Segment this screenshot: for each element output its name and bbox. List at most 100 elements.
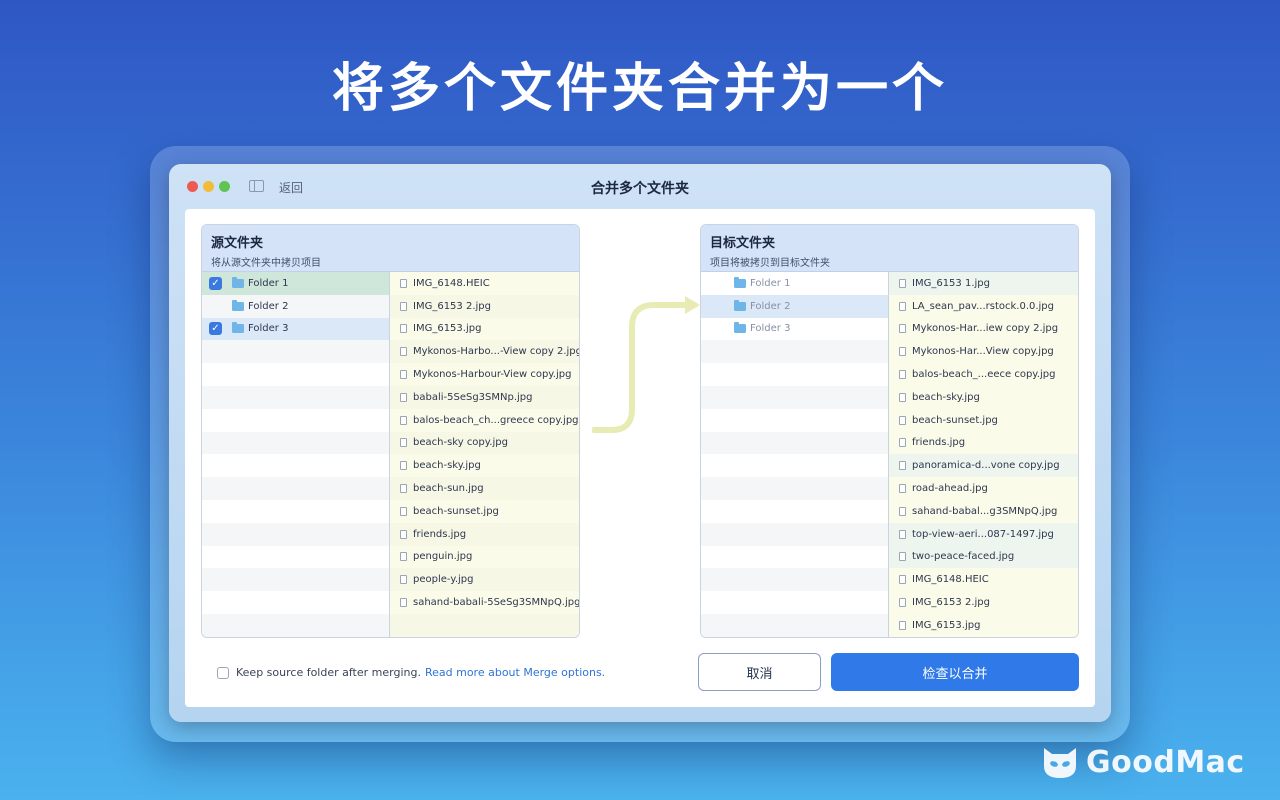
source-file-row[interactable]: balos-beach_ch...greece copy.jpg — [390, 408, 579, 432]
file-icon — [899, 438, 906, 448]
empty-row — [701, 545, 888, 569]
source-file-row[interactable]: friends.jpg — [390, 522, 579, 546]
keep-source-label: Keep source folder after merging. — [236, 666, 421, 679]
target-file-row[interactable]: balos-beach_...eece copy.jpg — [889, 363, 1078, 386]
target-panel-header: 目标文件夹 项目将被拷贝到目标文件夹 — [701, 225, 1078, 272]
target-panel-subtitle: 项目将被拷贝到目标文件夹 — [710, 258, 830, 269]
file-icon — [899, 301, 906, 311]
file-icon — [899, 575, 906, 585]
keep-source-option[interactable]: Keep source folder after merging. Read m… — [217, 666, 605, 679]
file-name: IMG_6153 1.jpg — [912, 277, 990, 289]
file-name: IMG_6153.jpg — [413, 323, 482, 335]
target-folder-row[interactable]: Folder 2 — [701, 294, 888, 318]
empty-row — [202, 613, 389, 637]
source-file-row[interactable]: beach-sky copy.jpg — [390, 431, 579, 455]
empty-row — [701, 568, 888, 592]
target-file-row[interactable]: IMG_6153 1.jpg — [889, 272, 1078, 295]
file-icon — [899, 370, 906, 380]
target-file-row[interactable]: two-peace-faced.jpg — [889, 545, 1078, 569]
source-file-row[interactable]: IMG_6148.HEIC — [390, 272, 579, 295]
content-area: 源文件夹 将从源文件夹中拷贝项目 ✓ Folder 1 Folder 2 ✓ Folde… — [185, 209, 1095, 707]
empty-row — [701, 340, 888, 364]
source-panel-title: 源文件夹 — [211, 236, 264, 251]
file-name: beach-sunset.jpg — [912, 414, 998, 426]
file-name: beach-sunset.jpg — [413, 505, 499, 517]
source-file-row[interactable]: Mykonos-Harbo...-View copy 2.jpg — [390, 340, 579, 364]
target-file-row[interactable]: panoramica-d...vone copy.jpg — [889, 454, 1078, 478]
target-file-row[interactable]: IMG_6153 2.jpg — [889, 591, 1078, 614]
target-file-row[interactable]: friends.jpg — [889, 431, 1078, 455]
source-file-row[interactable]: Mykonos-Harbour-View copy.jpg — [390, 363, 579, 386]
window-title: 合并多个文件夹 — [591, 181, 689, 197]
source-folder-row[interactable]: ✓ Folder 3 — [202, 317, 389, 341]
file-icon — [400, 301, 407, 311]
file-name: people-y.jpg — [413, 574, 474, 586]
folder-checkbox[interactable]: ✓ — [209, 276, 222, 290]
file-name: IMG_6148.HEIC — [413, 277, 490, 289]
folder-icon — [734, 322, 746, 334]
file-name: friends.jpg — [413, 528, 467, 540]
source-file-row[interactable]: babali-5SeSg3SMNp.jpg — [390, 385, 579, 409]
source-panel: 源文件夹 将从源文件夹中拷贝项目 ✓ Folder 1 Folder 2 ✓ Folde… — [201, 224, 580, 638]
target-file-row[interactable]: road-ahead.jpg — [889, 477, 1078, 500]
source-file-list: IMG_6148.HEIC IMG_6153 2.jpg IMG_6153.jpg M… — [389, 272, 579, 637]
empty-row — [202, 385, 389, 409]
target-file-row[interactable]: sahand-babal...g3SMNpQ.jpg — [889, 499, 1078, 523]
folder-name: Folder 3 — [248, 323, 289, 335]
source-file-row[interactable]: IMG_6153 2.jpg — [390, 294, 579, 318]
file-icon — [899, 278, 906, 288]
target-file-row[interactable]: IMG_6153.jpg — [889, 613, 1078, 637]
target-file-row[interactable]: beach-sunset.jpg — [889, 408, 1078, 432]
target-folder-row[interactable]: Folder 3 — [701, 317, 888, 341]
target-file-row[interactable]: Mykonos-Har...View copy.jpg — [889, 340, 1078, 364]
file-name: IMG_6153 2.jpg — [413, 300, 491, 312]
source-file-row[interactable]: IMG_6153.jpg — [390, 317, 579, 341]
title-bar: 返回 合并多个文件夹 — [169, 164, 1111, 210]
file-icon — [400, 484, 407, 494]
folder-checkbox[interactable] — [209, 300, 222, 313]
file-icon — [400, 278, 407, 288]
empty-row — [701, 522, 888, 546]
folder-name: Folder 2 — [248, 300, 289, 312]
target-file-row[interactable]: IMG_6148.HEIC — [889, 568, 1078, 592]
source-file-row[interactable]: sahand-babali-5SeSg3SMNpQ.jpg — [390, 591, 579, 614]
source-folder-row[interactable]: ✓ Folder 1 — [202, 272, 389, 295]
keep-source-checkbox[interactable] — [217, 666, 229, 679]
source-folder-row[interactable]: Folder 2 — [202, 294, 389, 318]
empty-row — [202, 545, 389, 569]
file-name: sahand-babal...g3SMNpQ.jpg — [912, 505, 1058, 517]
target-folder-row[interactable]: Folder 1 — [701, 272, 888, 295]
target-file-row[interactable]: Mykonos-Har...iew copy 2.jpg — [889, 317, 1078, 341]
file-name: babali-5SeSg3SMNp.jpg — [413, 391, 533, 403]
empty-row — [202, 568, 389, 592]
empty-row — [701, 613, 888, 637]
file-name: penguin.jpg — [413, 551, 473, 563]
folder-checkbox[interactable]: ✓ — [209, 322, 222, 336]
source-file-row[interactable]: beach-sky.jpg — [390, 454, 579, 478]
empty-row — [701, 385, 888, 409]
file-icon — [400, 598, 407, 608]
file-icon — [400, 529, 407, 539]
target-file-row[interactable]: beach-sky.jpg — [889, 385, 1078, 409]
file-name: Mykonos-Harbo...-View copy 2.jpg — [413, 346, 579, 358]
source-file-row[interactable]: beach-sunset.jpg — [390, 499, 579, 523]
file-icon — [400, 506, 407, 516]
file-name: balos-beach_...eece copy.jpg — [912, 369, 1056, 381]
file-name: road-ahead.jpg — [912, 483, 988, 495]
source-file-row[interactable]: penguin.jpg — [390, 545, 579, 569]
folder-icon — [734, 276, 746, 288]
file-name: beach-sky.jpg — [912, 391, 980, 403]
check-to-merge-button[interactable]: 检查以合并 — [831, 653, 1079, 691]
empty-row — [202, 431, 389, 455]
cancel-button[interactable]: 取消 — [698, 653, 821, 691]
merge-options-link[interactable]: Read more about Merge options. — [425, 666, 605, 679]
source-file-row[interactable]: people-y.jpg — [390, 568, 579, 592]
file-name: sahand-babali-5SeSg3SMNpQ.jpg — [413, 597, 579, 609]
file-icon — [400, 392, 407, 402]
source-file-row[interactable]: beach-sun.jpg — [390, 477, 579, 500]
file-icon — [400, 438, 407, 448]
target-file-row[interactable]: LA_sean_pav...rstock.0.0.jpg — [889, 294, 1078, 318]
empty-row — [701, 499, 888, 523]
target-file-row[interactable]: top-view-aeri...087-1497.jpg — [889, 522, 1078, 546]
source-panel-header: 源文件夹 将从源文件夹中拷贝项目 — [202, 225, 579, 272]
